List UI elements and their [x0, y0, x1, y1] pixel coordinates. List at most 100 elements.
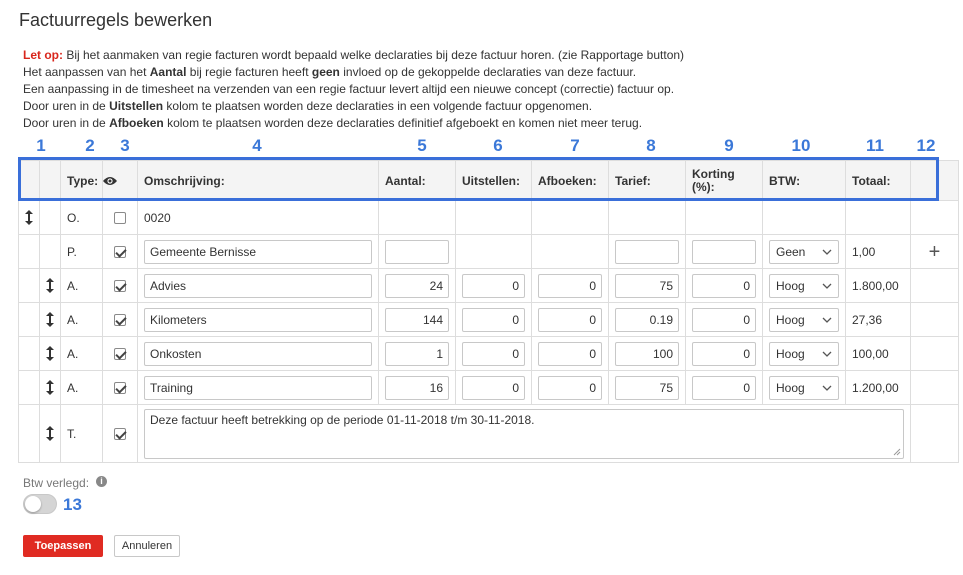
annotation-10: 10 — [791, 136, 811, 155]
table-row: A. Onkosten 1 0 0 100 0 Hoog 100,00 — [18, 336, 959, 371]
header-totaal: Totaal: — [845, 160, 911, 201]
korting-input[interactable]: 0 — [692, 375, 756, 400]
afboeken-input[interactable]: 0 — [538, 375, 602, 400]
drag-handle-icon[interactable] — [46, 278, 54, 293]
row-type: A. — [60, 336, 103, 371]
uitstellen-input[interactable]: 0 — [462, 307, 525, 332]
btw-verlegd-toggle[interactable] — [23, 494, 57, 514]
row-type: P. — [60, 234, 103, 269]
visible-checkbox[interactable] — [114, 280, 126, 293]
invoice-lines-table: Type: Omschrijving: Aantal: Uitstellen: … — [18, 160, 959, 463]
text-line-textarea[interactable]: Deze factuur heeft betrekking op de peri… — [144, 408, 904, 459]
row-totaal: 1.800,00 — [845, 268, 911, 303]
row-omschrijving: 0020 — [137, 200, 379, 235]
visible-checkbox[interactable] — [114, 246, 126, 259]
drag-handle-icon[interactable] — [46, 346, 54, 361]
page-title: Factuurregels bewerken — [19, 10, 213, 30]
row-totaal: 1,00 — [845, 234, 911, 269]
drag-handle-icon[interactable] — [25, 210, 33, 225]
annotation-1: 1 — [36, 136, 46, 155]
afboeken-input[interactable]: 0 — [538, 273, 602, 298]
row-type: T. — [60, 404, 103, 463]
aantal-input[interactable]: 144 — [385, 307, 449, 332]
row-type: A. — [60, 370, 103, 405]
header-uitstellen: Uitstellen: — [455, 160, 532, 201]
header-btw: BTW: — [762, 160, 846, 201]
aantal-input[interactable]: 16 — [385, 375, 449, 400]
tarief-input[interactable]: 0.19 — [615, 307, 679, 332]
header-visible — [102, 160, 138, 201]
tarief-input[interactable]: 75 — [615, 375, 679, 400]
table-row: A. Training 16 0 0 75 0 Hoog 1.200,00 — [18, 370, 959, 405]
note-line-2: Het aanpassen van het Aantal bij regie f… — [23, 65, 637, 79]
afboeken-input[interactable]: 0 — [538, 307, 602, 332]
chevron-down-icon — [822, 385, 832, 391]
aantal-input[interactable]: 24 — [385, 273, 449, 298]
tarief-input[interactable] — [615, 239, 679, 264]
resize-grip-icon[interactable] — [893, 448, 901, 456]
info-icon[interactable]: i — [96, 476, 107, 487]
header-omschrijving: Omschrijving: — [137, 160, 379, 201]
omschrijving-input[interactable]: Training — [144, 375, 372, 400]
omschrijving-input[interactable]: Onkosten — [144, 341, 372, 366]
table-row: T. Deze factuur heeft betrekking op de p… — [18, 404, 959, 463]
row-type: A. — [60, 302, 103, 337]
omschrijving-input[interactable]: Advies — [144, 273, 372, 298]
visible-checkbox[interactable] — [114, 382, 126, 395]
annotation-13: 13 — [63, 495, 82, 514]
visible-checkbox[interactable] — [114, 212, 126, 225]
row-totaal: 27,36 — [845, 302, 911, 337]
uitstellen-input[interactable]: 0 — [462, 341, 525, 366]
tarief-input[interactable]: 100 — [615, 341, 679, 366]
row-totaal: 100,00 — [845, 336, 911, 371]
uitstellen-input[interactable]: 0 — [462, 273, 525, 298]
visible-checkbox[interactable] — [114, 348, 126, 361]
omschrijving-input[interactable]: Gemeente Bernisse — [144, 239, 372, 264]
table-row: P. Gemeente Bernisse Geen 1,00 + — [18, 234, 959, 269]
plus-icon[interactable]: + — [929, 241, 941, 263]
row-type: O. — [60, 200, 103, 235]
annotation-3: 3 — [120, 136, 130, 155]
tarief-input[interactable]: 75 — [615, 273, 679, 298]
annotation-8: 8 — [646, 136, 656, 155]
korting-input[interactable]: 0 — [692, 307, 756, 332]
btw-select[interactable]: Hoog — [769, 375, 839, 400]
annotation-4: 4 — [252, 136, 262, 155]
btw-verlegd-label: Btw verlegd: — [23, 476, 90, 490]
header-drag-2 — [39, 160, 61, 201]
chevron-down-icon — [822, 283, 832, 289]
btw-select[interactable]: Hoog — [769, 307, 839, 332]
warning-label: Let op: — [23, 48, 63, 62]
aantal-input[interactable]: 1 — [385, 341, 449, 366]
aantal-input[interactable] — [385, 239, 449, 264]
table-row: O. 0020 — [18, 200, 959, 235]
uitstellen-input[interactable]: 0 — [462, 375, 525, 400]
drag-handle-icon[interactable] — [46, 380, 54, 395]
header-korting: Korting (%): — [685, 160, 763, 201]
annotation-12: 12 — [916, 136, 936, 155]
btw-select[interactable]: Hoog — [769, 341, 839, 366]
visible-checkbox[interactable] — [114, 314, 126, 327]
header-afboeken: Afboeken: — [531, 160, 609, 201]
annotation-6: 6 — [493, 136, 503, 155]
btw-select[interactable]: Hoog — [769, 273, 839, 298]
afboeken-input[interactable]: 0 — [538, 341, 602, 366]
eye-icon — [103, 177, 117, 186]
annotation-7: 7 — [570, 136, 580, 155]
korting-input[interactable] — [692, 239, 756, 264]
annotation-11: 11 — [866, 136, 884, 155]
korting-input[interactable]: 0 — [692, 341, 756, 366]
omschrijving-input[interactable]: Kilometers — [144, 307, 372, 332]
annotation-9: 9 — [724, 136, 734, 155]
korting-input[interactable]: 0 — [692, 273, 756, 298]
visible-checkbox[interactable] — [114, 428, 126, 441]
btw-select[interactable]: Geen — [769, 239, 839, 264]
cancel-button[interactable]: Annuleren — [114, 535, 180, 557]
header-type: Type: — [60, 160, 103, 201]
drag-handle-icon[interactable] — [46, 312, 54, 327]
drag-handle-icon[interactable] — [46, 426, 54, 441]
apply-button[interactable]: Toepassen — [23, 535, 103, 557]
instructions: Let op: Bij het aanmaken van regie factu… — [23, 47, 684, 132]
note-line-5: Door uren in de Afboeken kolom te plaats… — [23, 116, 643, 130]
header-aantal: Aantal: — [378, 160, 456, 201]
